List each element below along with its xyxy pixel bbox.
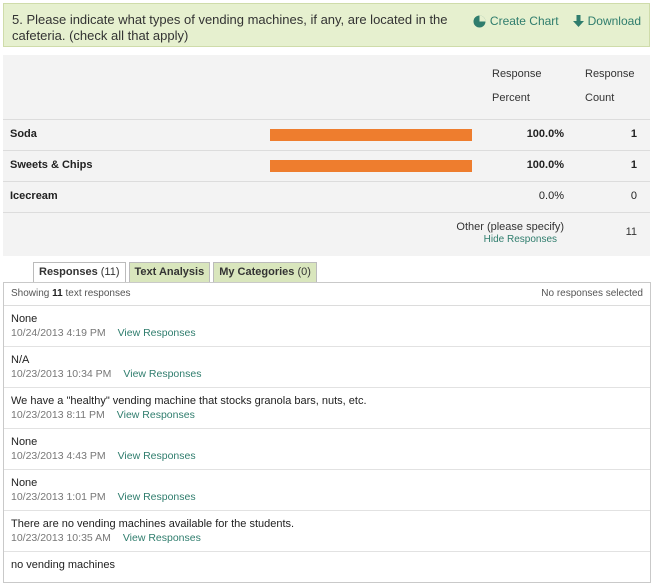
response-date: 10/23/2013 10:35 AM (11, 532, 111, 544)
response-date: 10/23/2013 8:11 PM (11, 409, 105, 421)
response-item[interactable]: There are no vending machines available … (4, 511, 650, 552)
answer-row-icecream: Icecream 0.0% 0 (3, 181, 650, 211)
other-row: Other (please specify) Hide Responses 11 (3, 212, 650, 256)
response-text: None (11, 477, 38, 489)
percent-bar (270, 129, 472, 141)
other-label: Other (please specify) (456, 221, 564, 233)
answer-row-soda: Soda 100.0% 1 (3, 119, 650, 149)
view-responses-link[interactable]: View Responses (118, 327, 196, 339)
question-title: 5. Please indicate what types of vending… (12, 12, 448, 43)
download-button[interactable]: Download (572, 14, 641, 28)
response-percent: 100.0% (526, 159, 564, 171)
response-date: 10/23/2013 4:43 PM (11, 450, 106, 462)
view-responses-link[interactable]: View Responses (118, 450, 196, 462)
response-summary-table: Response Percent Response Count Soda 100… (3, 55, 650, 256)
responses-panel-header: Showing 11 text responses No responses s… (4, 283, 650, 306)
response-count: 1 (630, 159, 637, 171)
view-responses-link[interactable]: View Responses (118, 491, 196, 503)
response-text: None (11, 313, 38, 325)
response-item[interactable]: None 10/24/2013 4:19 PM View Responses (4, 306, 650, 347)
response-date: 10/23/2013 1:01 PM (11, 491, 106, 503)
response-percent: 100.0% (526, 128, 564, 140)
response-text: We have a "healthy" vending machine that… (11, 395, 367, 407)
create-chart-button[interactable]: Create Chart (473, 14, 559, 28)
response-percent: 0.0% (538, 190, 564, 202)
tab-text-analysis[interactable]: Text Analysis (128, 262, 211, 282)
view-responses-link[interactable]: View Responses (123, 368, 201, 380)
percent-bar (270, 160, 472, 172)
response-percent-header: Response Percent (492, 68, 542, 104)
response-text: There are no vending machines available … (11, 518, 295, 530)
tab-responses[interactable]: Responses (11) (33, 262, 126, 283)
selection-status: No responses selected (541, 288, 643, 299)
response-text: N/A (11, 354, 30, 366)
response-item[interactable]: None 10/23/2013 4:43 PM View Responses (4, 429, 650, 470)
response-count: 1 (630, 128, 637, 140)
response-tabs: Responses (11) Text Analysis My Categori… (33, 262, 317, 283)
response-count: 0 (630, 190, 637, 202)
response-date: 10/23/2013 10:34 PM (11, 368, 112, 380)
responses-panel: Showing 11 text responses No responses s… (3, 282, 651, 583)
response-item[interactable]: N/A 10/23/2013 10:34 PM View Responses (4, 347, 650, 388)
question-actions: Create Chart Download (473, 14, 641, 28)
create-chart-label: Create Chart (489, 14, 559, 28)
response-item[interactable]: no vending machines (4, 552, 650, 582)
response-text: None (11, 436, 38, 448)
answer-row-sweets-chips: Sweets & Chips 100.0% 1 (3, 150, 650, 180)
response-item[interactable]: None 10/23/2013 1:01 PM View Responses (4, 470, 650, 511)
answer-label: Sweets & Chips (10, 159, 93, 171)
response-date: 10/24/2013 4:19 PM (11, 327, 106, 339)
question-header: 5. Please indicate what types of vending… (3, 3, 650, 47)
answer-label: Soda (10, 128, 37, 140)
response-item[interactable]: We have a "healthy" vending machine that… (4, 388, 650, 429)
view-responses-link[interactable]: View Responses (123, 532, 201, 544)
response-text: no vending machines (11, 559, 115, 571)
download-label: Download (587, 14, 641, 28)
tab-my-categories[interactable]: My Categories (0) (213, 262, 317, 282)
hide-responses-link[interactable]: Hide Responses (484, 234, 557, 245)
pie-chart-icon (473, 15, 486, 28)
view-responses-link[interactable]: View Responses (117, 409, 195, 421)
response-count-header: Response Count (585, 68, 635, 104)
download-arrow-icon (572, 14, 584, 28)
other-count: 11 (625, 226, 637, 238)
answer-label: Icecream (10, 190, 58, 202)
